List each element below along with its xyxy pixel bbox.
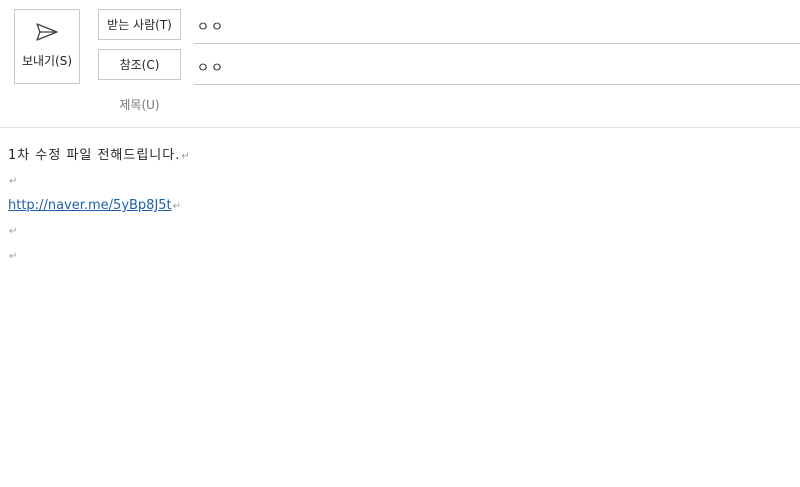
send-icon xyxy=(35,22,59,42)
body-line: ↵ xyxy=(8,243,788,268)
compose-header: 보내기(S) 받는 사람(T) ㅇㅇ 참조(C) ㅇㅇ 제목(U) xyxy=(0,0,800,128)
cc-field[interactable]: ㅇㅇ xyxy=(194,49,800,85)
send-label: 보내기(S) xyxy=(21,54,73,68)
body-line: 1차 수정 파일 전해드립니다.↵ xyxy=(8,143,788,168)
body-line: http://naver.me/5yBp8J5t↵ xyxy=(8,193,788,218)
paragraph-mark-icon: ↵ xyxy=(9,226,18,237)
body-text: 1차 수정 파일 전해드립니다. xyxy=(8,148,181,163)
send-button[interactable]: 보내기(S) xyxy=(14,9,80,84)
body-line: ↵ xyxy=(8,218,788,243)
cc-button[interactable]: 참조(C) xyxy=(98,49,181,80)
paragraph-mark-icon: ↵ xyxy=(9,176,18,187)
message-body[interactable]: 1차 수정 파일 전해드립니다.↵ ↵ http://naver.me/5yBp… xyxy=(8,143,788,268)
paragraph-mark-icon: ↵ xyxy=(181,151,191,162)
body-line: ↵ xyxy=(8,168,788,193)
to-field[interactable]: ㅇㅇ xyxy=(194,8,800,44)
paragraph-mark-icon: ↵ xyxy=(172,201,182,212)
subject-label: 제목(U) xyxy=(119,98,160,112)
to-button[interactable]: 받는 사람(T) xyxy=(98,9,181,40)
paragraph-mark-icon: ↵ xyxy=(9,251,18,262)
subject-input[interactable] xyxy=(194,88,798,120)
body-link[interactable]: http://naver.me/5yBp8J5t xyxy=(8,198,172,213)
